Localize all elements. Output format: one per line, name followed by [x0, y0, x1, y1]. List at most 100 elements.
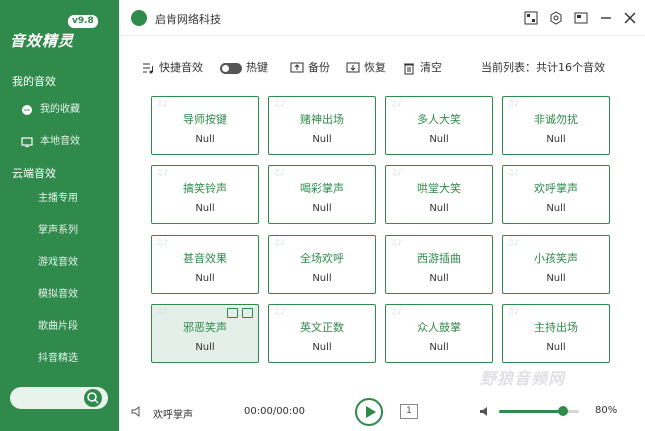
sidebar-item-simulation[interactable]: 模拟音效	[0, 283, 119, 307]
volume-icon[interactable]	[479, 406, 491, 417]
sidebar-item-label: 主播专用	[38, 193, 78, 204]
sound-card[interactable]: ♫♪ 众人鼓掌 Null	[385, 304, 493, 363]
edit-icon[interactable]	[227, 308, 238, 318]
music-list-icon	[143, 63, 153, 74]
sound-card[interactable]: ♫♪ 全场欢呼 Null	[268, 235, 376, 294]
sound-card[interactable]: ♫♪ 赌神出场 Null	[268, 96, 376, 155]
card-name: 搞笑铃声	[183, 182, 227, 195]
sound-card[interactable]: ♫♪ 欢呼掌声 Null	[502, 165, 610, 224]
card-watermark: ♫♪	[390, 168, 403, 177]
volume-knob[interactable]	[558, 406, 568, 416]
card-name: 喝彩掌声	[300, 182, 344, 195]
sound-card[interactable]: ♫♪ 非诚勿扰 Null	[502, 96, 610, 155]
restore-icon[interactable]	[574, 11, 588, 25]
sidebar-item-applause[interactable]: 掌声系列	[0, 219, 119, 243]
card-name: 英文正数	[300, 321, 344, 334]
sound-card[interactable]: ♫♪ 小孩笑声 Null	[502, 235, 610, 294]
sidebar-item-game[interactable]: 游戏音效	[0, 251, 119, 275]
sound-card[interactable]: ♫♪ 主持出场 Null	[502, 304, 610, 363]
card-name: 众人鼓掌	[417, 321, 461, 334]
backup-label: 备份	[308, 61, 330, 74]
card-value: Null	[429, 134, 449, 145]
play-time: 00:00/00:00	[244, 406, 306, 417]
search-box[interactable]	[10, 387, 108, 409]
sidebar-item-local[interactable]: 本地音效	[0, 130, 119, 154]
loop-mode-button[interactable]: 1	[400, 404, 418, 419]
sidebar-item-song-clips[interactable]: 歌曲片段	[0, 315, 119, 339]
sidebar-item-label: 抖音精选	[38, 353, 78, 364]
card-name: 全场欢呼	[300, 252, 344, 265]
sound-card[interactable]: ♫♪ 英文正数 Null	[268, 304, 376, 363]
card-value: Null	[546, 273, 566, 284]
card-name: 多人大笑	[417, 113, 461, 126]
card-value: Null	[312, 134, 332, 145]
settings-hex-icon[interactable]	[549, 11, 563, 25]
clear-button[interactable]: 清空	[402, 60, 442, 76]
card-value: Null	[546, 342, 566, 353]
play-button[interactable]	[355, 398, 383, 426]
card-name: 西游插曲	[417, 252, 461, 265]
app-logo: 音效精灵 v9.8	[10, 12, 105, 52]
sound-card[interactable]: ♫♪ 喝彩掌声 Null	[268, 165, 376, 224]
sound-card[interactable]: ♫♪ 多人大笑 Null	[385, 96, 493, 155]
card-name: 赌神出场	[300, 113, 344, 126]
card-watermark: ♫♪	[156, 238, 169, 247]
section-my-sounds: 我的音效	[12, 75, 56, 88]
toggle-switch[interactable]	[220, 62, 242, 74]
card-name: 哄堂大笑	[417, 182, 461, 195]
sound-card[interactable]: ♫♪ 西游插曲 Null	[385, 235, 493, 294]
card-name: 主持出场	[534, 321, 578, 334]
card-watermark: ♫♪	[390, 99, 403, 108]
sidebar-item-streamer[interactable]: 主播专用	[0, 187, 119, 211]
card-value: Null	[195, 342, 215, 353]
search-icon[interactable]	[84, 389, 102, 407]
sound-card[interactable]: ♫♪ 搞笑铃声 Null	[151, 165, 259, 224]
delete-icon[interactable]	[242, 308, 253, 318]
volume-fill	[499, 410, 563, 413]
sidebar-item-favorites[interactable]: 我的收藏	[0, 98, 119, 122]
backup-icon	[290, 62, 304, 73]
card-name: 邪恶笑声	[183, 321, 227, 334]
card-watermark: ♫♪	[273, 238, 286, 247]
volume-slider[interactable]	[499, 406, 579, 416]
sidebar-item-label: 歌曲片段	[38, 321, 78, 332]
card-name: 欢呼掌声	[534, 182, 578, 195]
card-watermark: ♫♪	[507, 238, 520, 247]
card-name: 导师按键	[183, 113, 227, 126]
now-playing: 欢呼掌声	[153, 410, 193, 421]
minimize-icon[interactable]	[599, 11, 613, 25]
card-value: Null	[312, 203, 332, 214]
card-watermark: ♫♪	[156, 168, 169, 177]
sound-card[interactable]: ♫♪ 导师按键 Null	[151, 96, 259, 155]
hotkey-toggle[interactable]: 热键	[220, 60, 268, 76]
sidebar-item-label: 模拟音效	[38, 289, 78, 300]
sidebar: 音效精灵 v9.8 我的音效 我的收藏 本地音效 云端音效 主播专用 掌声系列 …	[0, 0, 119, 431]
card-name: 非诚勿扰	[534, 113, 578, 126]
hotkey-label: 热键	[246, 61, 268, 74]
card-watermark: ♫♪	[507, 99, 520, 108]
sound-card[interactable]: ♫♪ 甚音效果 Null	[151, 235, 259, 294]
card-watermark: ♫♪	[273, 168, 286, 177]
card-watermark: ♫♪	[390, 307, 403, 316]
card-watermark: ♫♪	[156, 99, 169, 108]
sound-card[interactable]: ♫♪ 哄堂大笑 Null	[385, 165, 493, 224]
restore-data-icon	[346, 62, 360, 73]
card-name: 甚音效果	[183, 252, 227, 265]
clear-label: 清空	[420, 61, 442, 74]
close-icon[interactable]	[623, 11, 637, 25]
restore-button[interactable]: 恢复	[346, 60, 386, 76]
restore-label: 恢复	[364, 61, 386, 74]
card-value: Null	[195, 203, 215, 214]
sound-card-selected[interactable]: ♫♪ 邪恶笑声 Null	[151, 304, 259, 363]
card-watermark: ♫♪	[507, 168, 520, 177]
sidebar-item-label: 我的收藏	[40, 104, 80, 115]
shortcut-sounds-button[interactable]: 快捷音效	[141, 60, 203, 76]
card-value: Null	[429, 273, 449, 284]
sidebar-item-douyin[interactable]: 抖音精选	[0, 347, 119, 371]
backup-button[interactable]: 备份	[290, 60, 330, 76]
card-watermark: ♫♪	[156, 307, 169, 316]
section-cloud-sounds: 云端音效	[12, 167, 56, 180]
qr-code-icon[interactable]	[524, 11, 538, 25]
player-bar: 欢呼掌声 00:00/00:00 1 80%	[119, 389, 645, 431]
card-watermark: ♫♪	[273, 307, 286, 316]
